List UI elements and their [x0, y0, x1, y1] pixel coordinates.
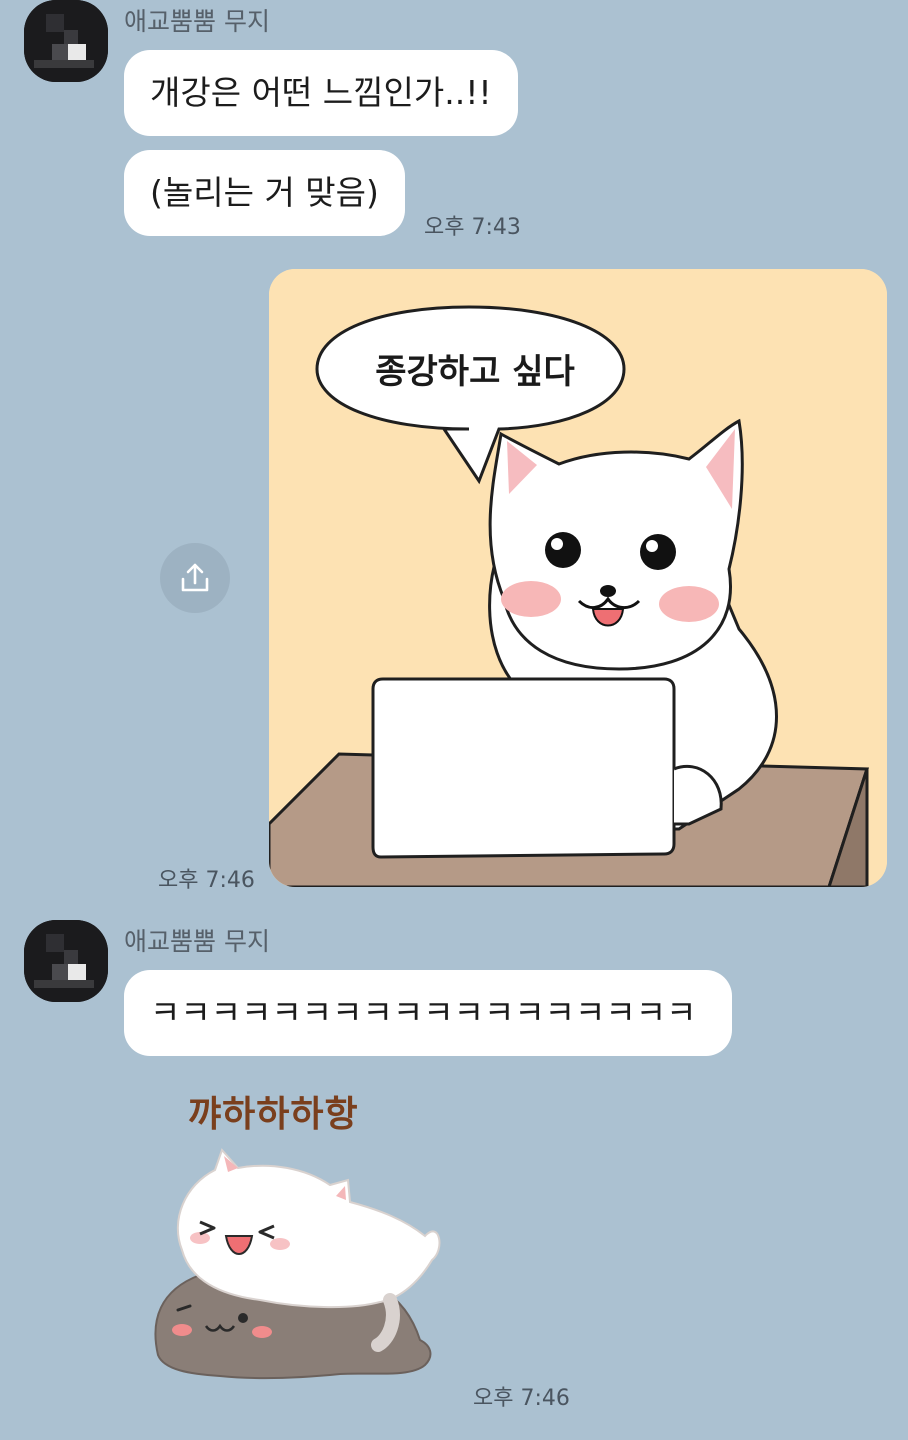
speech-text: 종강하고 싶다 — [375, 352, 575, 392]
sticker[interactable]: 꺄하하하항 — [140, 1075, 450, 1405]
message-bubble[interactable]: ㅋㅋㅋㅋㅋㅋㅋㅋㅋㅋㅋㅋㅋㅋㅋㅋㅋㅋ — [124, 970, 732, 1056]
message-time: 오후 7:43 — [424, 215, 521, 240]
sender-name: 애교뿜뿜 무지 — [124, 7, 270, 36]
message-bubble[interactable]: (놀리는 거 맞음) — [124, 150, 405, 236]
sticker-text: 꺄하하하항 — [188, 1094, 359, 1135]
sender-avatar[interactable] — [24, 0, 108, 82]
sent-image[interactable]: 종강하고 싶다 — [269, 269, 887, 887]
sender-avatar[interactable] — [24, 920, 108, 1002]
avatar-image — [24, 920, 108, 1002]
share-icon — [181, 563, 209, 592]
cat-sticker-illustration — [154, 1148, 441, 1380]
avatar-image — [24, 0, 108, 82]
message-bubble[interactable]: 개강은 어떤 느낌인가..!! — [124, 50, 518, 136]
message-time: 오후 7:46 — [158, 868, 255, 893]
share-button[interactable] — [160, 543, 230, 613]
sender-name: 애교뿜뿜 무지 — [124, 927, 270, 956]
cat-laptop-illustration: 종강하고 싶다 — [269, 269, 887, 887]
message-time: 오후 7:46 — [473, 1386, 570, 1411]
